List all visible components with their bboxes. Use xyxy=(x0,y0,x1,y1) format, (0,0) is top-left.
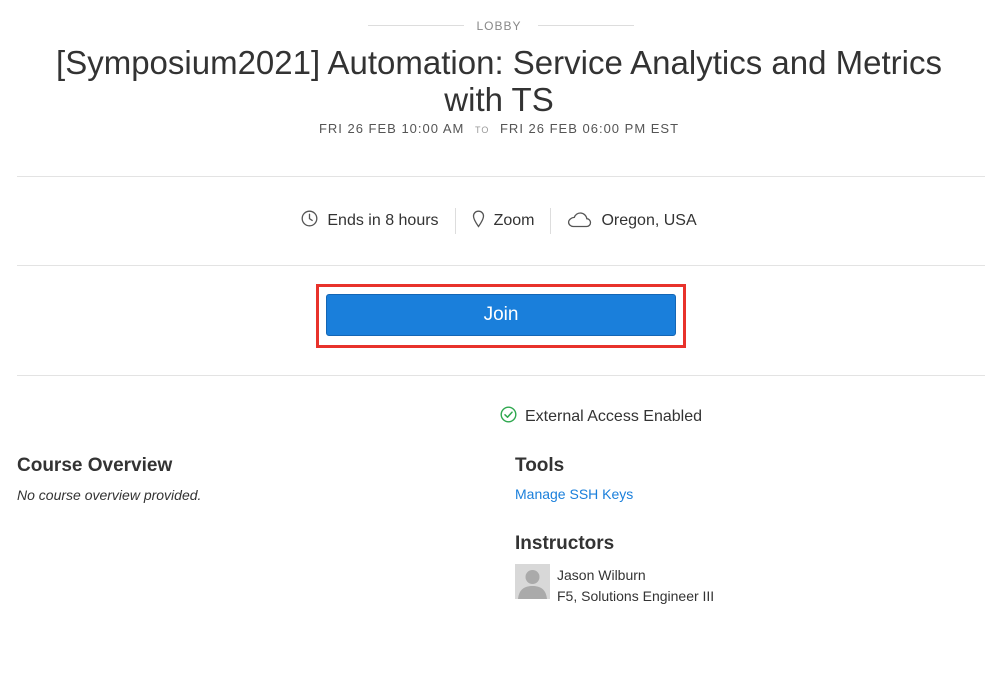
map-pin-icon xyxy=(472,210,494,233)
external-access-status: External Access Enabled xyxy=(500,406,702,428)
avatar xyxy=(515,564,550,599)
region-label: Oregon, USA xyxy=(601,212,697,229)
lobby-header: LOBBY xyxy=(0,17,998,35)
course-overview-heading: Course Overview xyxy=(17,455,173,476)
date-end: FRI 26 FEB 06:00 PM EST xyxy=(499,121,680,136)
manage-ssh-keys-link[interactable]: Manage SSH Keys xyxy=(515,486,633,502)
join-button[interactable]: Join xyxy=(326,294,676,336)
ends-in: Ends in 8 hours xyxy=(285,210,454,232)
tools-heading: Tools xyxy=(515,455,565,476)
location-label: Zoom xyxy=(493,212,535,229)
ends-in-label: Ends in 8 hours xyxy=(327,212,439,229)
divider xyxy=(17,176,985,177)
event-dates: FRI 26 FEB 10:00 AM TO FRI 26 FEB 06:00 … xyxy=(0,121,998,136)
course-overview-text: No course overview provided. xyxy=(17,487,202,503)
lobby-label: LOBBY xyxy=(476,19,522,33)
user-silhouette-icon xyxy=(515,564,550,599)
region: Oregon, USA xyxy=(551,210,712,233)
date-start: FRI 26 FEB 10:00 AM xyxy=(318,121,465,136)
page-title: [Symposium2021] Automation: Service Anal… xyxy=(56,44,942,118)
date-to: TO xyxy=(475,125,490,135)
divider xyxy=(17,375,985,376)
divider xyxy=(17,265,985,266)
external-access-label: External Access Enabled xyxy=(525,408,702,425)
cloud-icon xyxy=(567,210,601,233)
divider xyxy=(368,25,464,26)
instructors-heading: Instructors xyxy=(515,533,615,554)
clock-icon xyxy=(301,210,327,232)
instructor-role: F5, Solutions Engineer III xyxy=(557,588,715,604)
divider xyxy=(538,25,634,26)
event-meta: Ends in 8 hours Zoom Oregon, USA xyxy=(0,206,998,236)
location: Zoom xyxy=(456,210,551,233)
instructor-name: Jason Wilburn xyxy=(557,567,646,583)
check-circle-icon xyxy=(500,406,525,428)
